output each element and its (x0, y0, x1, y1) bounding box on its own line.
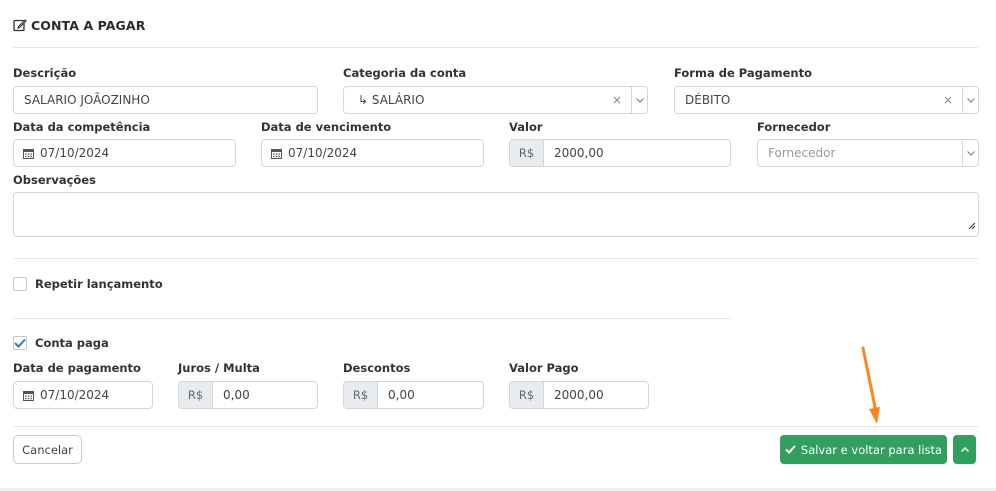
currency-addon: R$ (510, 140, 544, 166)
forma-pagamento-select[interactable]: DÉBITO × (674, 86, 979, 114)
repetir-label: Repetir lançamento (35, 277, 163, 291)
descontos-label: Descontos (343, 361, 411, 375)
save-options-toggle[interactable] (953, 435, 976, 464)
data-pagamento-label: Data de pagamento (13, 361, 141, 375)
data-pagamento-input[interactable]: 07/10/2024 (13, 381, 153, 409)
resize-handle-icon[interactable] (968, 215, 976, 234)
valor-pago-label: Valor Pago (509, 361, 579, 375)
save-and-return-button[interactable]: Salvar e voltar para lista (780, 435, 947, 464)
close-icon[interactable]: × (942, 93, 954, 107)
data-vencimento-value: 07/10/2024 (288, 146, 358, 160)
forma-pagamento-value: DÉBITO (685, 93, 731, 107)
edit-icon (13, 18, 27, 32)
fornecedor-placeholder: Fornecedor (768, 146, 836, 160)
page-title: CONTA A PAGAR (31, 17, 146, 33)
divider (13, 258, 978, 259)
repetir-checkbox[interactable] (13, 277, 27, 291)
currency-addon: R$ (179, 382, 213, 408)
divider (13, 318, 731, 319)
valor-input[interactable]: R$ 2000,00 (509, 139, 731, 167)
annotation-arrow-icon (861, 346, 880, 424)
chevron-down-icon[interactable] (962, 140, 978, 166)
calendar-icon (23, 390, 34, 401)
juros-input[interactable]: R$ 0,00 (178, 381, 318, 409)
data-competencia-label: Data da competência (13, 120, 151, 134)
valor-value: 2000,00 (554, 146, 604, 160)
data-pagamento-value: 07/10/2024 (40, 388, 110, 402)
conta-paga-checkbox[interactable] (13, 336, 27, 350)
data-vencimento-label: Data de vencimento (261, 120, 392, 134)
form-header: CONTA A PAGAR (13, 16, 145, 34)
calendar-icon (271, 148, 282, 159)
juros-value: 0,00 (223, 388, 250, 402)
close-icon[interactable]: × (611, 93, 623, 107)
save-button-label: Salvar e voltar para lista (800, 442, 943, 457)
data-vencimento-input[interactable]: 07/10/2024 (261, 139, 484, 167)
data-competencia-value: 07/10/2024 (40, 146, 110, 160)
currency-addon: R$ (344, 382, 378, 408)
conta-paga-label: Conta paga (35, 336, 109, 350)
chevron-down-icon[interactable] (631, 87, 647, 113)
check-icon (785, 445, 796, 454)
categoria-label: Categoria da conta (343, 66, 467, 80)
chevron-down-icon[interactable] (962, 87, 978, 113)
descontos-value: 0,00 (388, 388, 415, 402)
categoria-value: ↳ SALÁRIO (358, 93, 425, 107)
observacoes-textarea[interactable] (13, 192, 979, 237)
descricao-input[interactable]: SALARIO JOÃOZINHO (13, 86, 318, 114)
valor-pago-value: 2000,00 (554, 388, 604, 402)
data-competencia-input[interactable]: 07/10/2024 (13, 139, 236, 167)
observacoes-label: Observações (13, 173, 96, 187)
divider (13, 426, 978, 427)
fornecedor-select[interactable]: Fornecedor (757, 139, 979, 167)
forma-pagamento-label: Forma de Pagamento (674, 66, 812, 80)
descricao-value: SALARIO JOÃOZINHO (24, 93, 150, 107)
valor-label: Valor (509, 120, 543, 134)
valor-pago-input[interactable]: R$ 2000,00 (509, 381, 649, 409)
currency-addon: R$ (510, 382, 544, 408)
descricao-label: Descrição (13, 66, 77, 80)
juros-label: Juros / Multa (178, 361, 260, 375)
calendar-icon (23, 148, 34, 159)
fornecedor-label: Fornecedor (757, 120, 831, 134)
chevron-up-icon (960, 447, 969, 452)
categoria-select[interactable]: ↳ SALÁRIO × (343, 86, 648, 114)
descontos-input[interactable]: R$ 0,00 (343, 381, 484, 409)
cancel-button[interactable]: Cancelar (13, 435, 82, 464)
divider (13, 47, 978, 48)
check-icon (14, 338, 26, 348)
